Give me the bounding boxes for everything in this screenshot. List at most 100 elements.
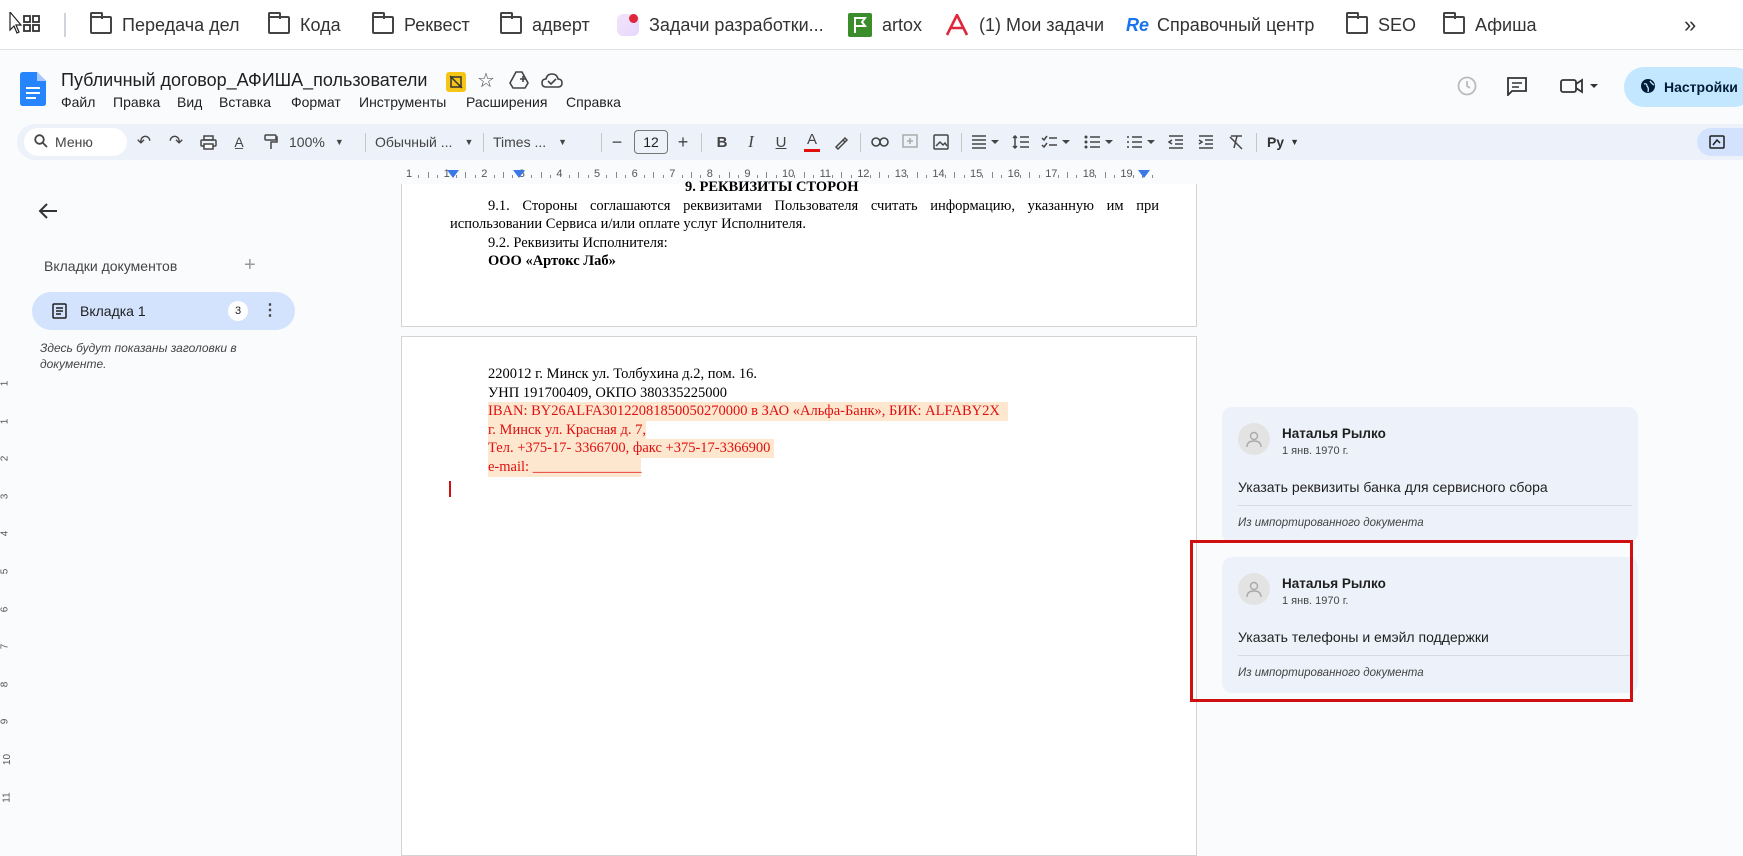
ruler-minor-tick bbox=[1076, 175, 1078, 178]
cloud-saved-icon[interactable] bbox=[541, 72, 563, 93]
move-to-drive-icon[interactable] bbox=[509, 71, 529, 94]
left-indent-marker[interactable] bbox=[447, 170, 459, 178]
zoom-select[interactable]: 100% ▼ bbox=[289, 124, 357, 160]
no-sync-badge-icon[interactable] bbox=[446, 72, 466, 92]
editing-mode-button[interactable] bbox=[1697, 128, 1743, 156]
toolbar-divider bbox=[483, 133, 484, 152]
ruler-minor-tick bbox=[662, 175, 664, 178]
star-icon[interactable]: ☆ bbox=[477, 68, 495, 93]
comments-icon[interactable] bbox=[1506, 76, 1528, 101]
bookmark-folder-advert[interactable]: адверт bbox=[500, 10, 590, 40]
bookmark-label: адверт bbox=[532, 14, 590, 35]
bulleted-list-icon[interactable] bbox=[1081, 124, 1117, 160]
re-icon: Re bbox=[1126, 14, 1150, 35]
ruler-minor-tick bbox=[1114, 175, 1115, 178]
ruler-tick-label: 3 bbox=[0, 493, 11, 500]
back-arrow-icon[interactable] bbox=[38, 202, 58, 225]
print-icon[interactable] bbox=[194, 124, 222, 160]
increase-font-size-icon[interactable]: + bbox=[672, 124, 694, 160]
document-title[interactable]: Публичный договор_АФИША_пользователи bbox=[61, 70, 427, 91]
ruler-minor-tick bbox=[681, 175, 683, 178]
bookmark-folder-seo[interactable]: SEO bbox=[1346, 10, 1416, 40]
line-spacing-icon[interactable] bbox=[1008, 124, 1034, 160]
document-page-1[interactable]: 9. РЕКВИЗИТЫ СТОРОН 9.1. Стороны соглаша… bbox=[401, 179, 1197, 327]
sidebar-tab-1[interactable]: Вкладка 1 3 ⋮ bbox=[32, 292, 295, 330]
bookmark-artox[interactable]: artox bbox=[848, 10, 922, 40]
menu-search[interactable]: Меню bbox=[24, 128, 127, 156]
docs-logo-icon[interactable] bbox=[20, 72, 46, 106]
folder-icon bbox=[1346, 12, 1368, 34]
paragraph-9-1-line-2: использовании Сервиса и/или оплате услуг… bbox=[450, 216, 806, 232]
bold-icon[interactable]: B bbox=[710, 124, 734, 160]
bookmark-folder-koda[interactable]: Кода bbox=[268, 10, 341, 40]
numbered-list-icon[interactable] bbox=[1123, 124, 1159, 160]
paragraph-9-2: 9.2. Реквизиты Исполнителя: bbox=[488, 235, 668, 251]
clear-formatting-icon[interactable] bbox=[1223, 124, 1249, 160]
chevron-down-icon: ▼ bbox=[334, 137, 344, 147]
ruler-minor-tick bbox=[568, 175, 570, 178]
menu-insert[interactable]: Вставка bbox=[219, 94, 271, 110]
add-comment-icon[interactable] bbox=[897, 124, 923, 160]
vertical-ruler[interactable]: 1 1 2 3 4 5 6 7 8 9 10 11 bbox=[0, 184, 16, 847]
menu-view[interactable]: Вид bbox=[177, 94, 202, 110]
spellcheck-icon[interactable]: A̲ bbox=[225, 124, 253, 160]
iban-line: IBAN: BY26ALFA30122081850050270000 в ЗАО… bbox=[488, 402, 1008, 421]
bookmark-my-tasks[interactable]: (1) Мои задачи bbox=[945, 10, 1104, 40]
insert-link-icon[interactable] bbox=[867, 124, 893, 160]
menu-extensions[interactable]: Расширения bbox=[466, 94, 547, 110]
input-tools-select[interactable]: Py ▼ bbox=[1263, 124, 1303, 160]
menu-help[interactable]: Справка bbox=[566, 94, 621, 110]
more-options-icon[interactable]: ⋮ bbox=[262, 300, 278, 320]
ruler-minor-tick bbox=[503, 172, 504, 178]
first-line-indent-marker[interactable] bbox=[513, 170, 525, 178]
chevron-down-icon: ▼ bbox=[464, 137, 474, 147]
checklist-icon[interactable] bbox=[1038, 124, 1074, 160]
undo-icon[interactable]: ↶ bbox=[130, 124, 158, 160]
ruler-tick-label: 10 bbox=[2, 753, 14, 766]
apps-icon[interactable] bbox=[8, 10, 40, 36]
bookmark-folder-afisha[interactable]: Афиша bbox=[1443, 10, 1537, 40]
menu-tools[interactable]: Инструменты bbox=[359, 94, 446, 110]
comment-card-1[interactable]: Наталья Рылко 1 янв. 1970 г. Указать рек… bbox=[1222, 407, 1638, 543]
ruler-tick-label: 4 bbox=[0, 531, 11, 537]
share-button[interactable]: Настройки bbox=[1624, 67, 1743, 107]
style-select[interactable]: Обычный ... ▼ bbox=[375, 124, 475, 160]
align-icon[interactable] bbox=[968, 124, 1004, 160]
tab-comment-count-badge: 3 bbox=[228, 301, 248, 321]
bookmark-folder-rekvest[interactable]: Реквест bbox=[372, 10, 470, 40]
ruler-tick-label: 6 bbox=[631, 168, 638, 180]
decrease-indent-icon[interactable] bbox=[1163, 124, 1189, 160]
decrease-font-size-icon[interactable]: − bbox=[606, 124, 628, 160]
menu-edit[interactable]: Правка bbox=[113, 94, 160, 110]
right-indent-marker[interactable] bbox=[1138, 170, 1150, 178]
bookmark-label: Кода bbox=[300, 14, 341, 35]
add-tab-icon[interactable]: + bbox=[244, 254, 256, 277]
insert-image-icon[interactable] bbox=[928, 124, 954, 160]
italic-icon[interactable]: I bbox=[739, 124, 763, 160]
underline-icon[interactable]: U bbox=[769, 124, 793, 160]
toolbar-divider bbox=[601, 133, 602, 152]
ruler-minor-tick bbox=[963, 175, 965, 178]
menu-file[interactable]: Файл bbox=[61, 94, 95, 110]
bookmark-label: artox bbox=[882, 14, 923, 35]
paint-format-icon[interactable] bbox=[257, 124, 285, 160]
more-bookmarks-icon[interactable]: » bbox=[1684, 12, 1696, 38]
ruler-minor-tick bbox=[907, 175, 909, 178]
redo-icon[interactable]: ↷ bbox=[162, 124, 190, 160]
bookmark-zadachi[interactable]: Задачи разработки... bbox=[617, 10, 824, 40]
ruler-tick-label: 14 bbox=[932, 168, 945, 180]
version-history-icon[interactable] bbox=[1456, 75, 1478, 102]
bookmark-help-center[interactable]: Re Справочный центр bbox=[1126, 10, 1314, 40]
menu-format[interactable]: Формат bbox=[291, 94, 341, 110]
increase-indent-icon[interactable] bbox=[1193, 124, 1219, 160]
meet-icon[interactable] bbox=[1560, 78, 1600, 99]
document-page-2[interactable]: 220012 г. Минск ул. Толбухина д.2, пом. … bbox=[401, 336, 1197, 856]
font-size-input[interactable]: 12 bbox=[634, 130, 668, 154]
font-select[interactable]: Times ... ▼ bbox=[493, 124, 593, 160]
text-color-icon[interactable]: A bbox=[800, 124, 824, 160]
bookmark-label: (1) Мои задачи bbox=[979, 14, 1105, 35]
ruler-tick-label: 5 bbox=[0, 568, 11, 575]
ruler-tick-label: 16 bbox=[1007, 168, 1020, 180]
bookmark-folder-peredacha[interactable]: Передача дел bbox=[90, 10, 240, 40]
highlight-color-icon[interactable] bbox=[829, 124, 853, 160]
